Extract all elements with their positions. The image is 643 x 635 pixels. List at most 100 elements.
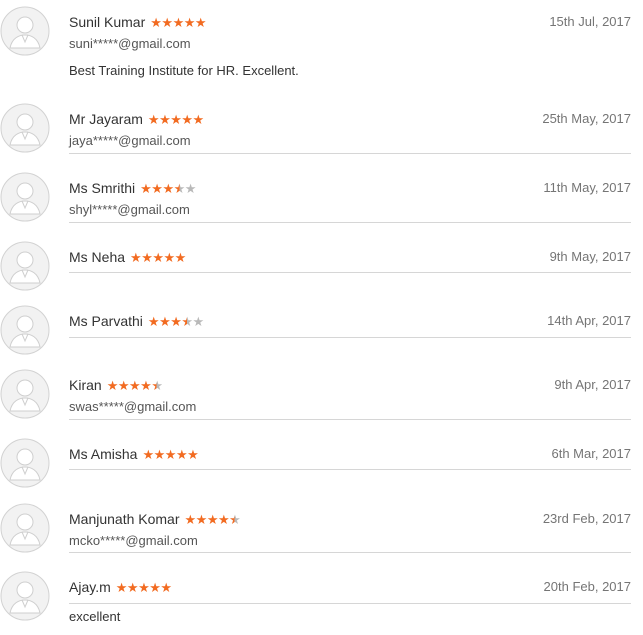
star-icon: ★ <box>161 14 173 30</box>
reviewer-name: Ms Neha <box>69 249 126 265</box>
review-item: Ms Parvathi ★★★★★ 14th Apr, 2017 <box>0 305 643 355</box>
user-avatar-icon <box>0 305 50 355</box>
divider <box>69 337 631 338</box>
divider <box>69 222 631 223</box>
user-avatar-icon <box>0 571 50 621</box>
star-icon: ★ <box>187 446 199 462</box>
review-date: 23rd Feb, 2017 <box>542 511 631 526</box>
review-date: 20th Feb, 2017 <box>543 579 631 594</box>
star-icon: ★ <box>174 249 187 265</box>
star-icon: ★ <box>150 14 162 30</box>
star-icon: ★ <box>159 313 171 329</box>
star-icon: ★ <box>229 511 241 527</box>
star-rating: ★★★★★ <box>148 315 204 328</box>
review-item: Ajay.m ★★★★★ 20th Feb, 2017 excellent <box>0 571 643 631</box>
star-icon: ★ <box>152 249 164 265</box>
review-date: 9th Apr, 2017 <box>554 377 631 392</box>
star-icon: ★ <box>217 511 230 527</box>
star-icon: ★ <box>175 446 188 462</box>
star-icon: ★ <box>170 111 182 127</box>
reviewer-name: Mr Jayaram <box>69 111 143 127</box>
star-icon: ★ <box>170 313 182 329</box>
review-item: Mr Jayaram ★★★★★ 25th May, 2017 jaya****… <box>0 103 643 158</box>
star-rating: ★★★★★ <box>107 379 163 392</box>
star-icon: ★ <box>153 446 166 462</box>
reviewer-name: Manjunath Komar <box>69 511 180 527</box>
reviewer-name: Ms Smrithi <box>69 180 136 196</box>
reviewer-name: Ms Parvathi <box>69 313 143 329</box>
star-icon: ★ <box>184 511 197 527</box>
user-avatar-icon <box>0 241 50 291</box>
star-icon: ★ <box>164 446 177 462</box>
star-rating: ★★★★★ <box>150 16 206 29</box>
star-icon: ★ <box>129 377 141 393</box>
review-date: 25th May, 2017 <box>542 111 631 126</box>
review-comment: excellent <box>69 609 121 624</box>
star-icon: ★ <box>142 446 154 462</box>
star-icon: ★ <box>172 14 185 30</box>
star-icon: ★ <box>117 377 130 393</box>
star-rating: ★★★★★ <box>142 448 198 461</box>
reviewer-name: Ajay.m <box>69 579 111 595</box>
review-date: 14th Apr, 2017 <box>547 313 631 328</box>
star-icon: ★ <box>140 180 152 196</box>
reviewer-email: suni*****@gmail.com <box>69 36 191 51</box>
review-date: 11th May, 2017 <box>543 180 631 195</box>
divider <box>69 469 631 470</box>
reviewer-name: Ms Amisha <box>69 446 138 462</box>
star-icon: ★ <box>126 579 139 595</box>
divider <box>69 603 631 604</box>
star-icon: ★ <box>173 180 186 196</box>
user-avatar-icon <box>0 172 50 222</box>
star-icon: ★ <box>206 511 219 527</box>
star-rating: ★★★★★ <box>148 113 204 126</box>
star-icon: ★ <box>147 313 160 329</box>
star-icon: ★ <box>149 579 161 595</box>
review-item: Ms Neha ★★★★★ 9th May, 2017 <box>0 241 643 291</box>
star-icon: ★ <box>151 180 163 196</box>
star-icon: ★ <box>147 111 160 127</box>
star-rating: ★★★★★ <box>130 251 186 264</box>
user-avatar-icon <box>0 369 50 419</box>
reviewer-email: mcko*****@gmail.com <box>69 533 198 548</box>
user-avatar-icon <box>0 6 50 56</box>
star-icon: ★ <box>192 111 205 127</box>
reviews-list: Sunil Kumar ★★★★★ 15th Jul, 2017 suni***… <box>0 0 643 635</box>
star-icon: ★ <box>106 377 119 393</box>
star-icon: ★ <box>159 111 171 127</box>
star-icon: ★ <box>151 377 163 393</box>
star-icon: ★ <box>181 313 193 329</box>
star-icon: ★ <box>163 249 176 265</box>
star-icon: ★ <box>141 249 153 265</box>
review-date: 15th Jul, 2017 <box>549 14 631 29</box>
star-icon: ★ <box>184 180 197 196</box>
star-icon: ★ <box>183 14 196 30</box>
star-icon: ★ <box>160 579 172 595</box>
star-icon: ★ <box>115 579 128 595</box>
reviewer-email: swas*****@gmail.com <box>69 399 197 414</box>
star-icon: ★ <box>138 579 150 595</box>
user-avatar-icon <box>0 503 50 553</box>
divider <box>69 552 631 553</box>
review-item: Manjunath Komar ★★★★★ 23rd Feb, 2017 mck… <box>0 503 643 558</box>
user-avatar-icon <box>0 103 50 153</box>
review-item: Ms Smrithi ★★★★★ 11th May, 2017 shyl****… <box>0 172 643 227</box>
review-item: Kiran ★★★★★ 9th Apr, 2017 swas*****@gmai… <box>0 369 643 424</box>
reviewer-name: Kiran <box>69 377 102 393</box>
divider <box>69 153 631 154</box>
star-rating: ★★★★★ <box>116 581 172 594</box>
star-rating: ★★★★★ <box>140 182 196 195</box>
star-icon: ★ <box>140 377 152 393</box>
review-comment: Best Training Institute for HR. Excellen… <box>69 63 299 78</box>
reviewer-email: shyl*****@gmail.com <box>69 202 190 217</box>
review-item: Sunil Kumar ★★★★★ 15th Jul, 2017 suni***… <box>0 6 643 96</box>
star-rating: ★★★★★ <box>185 513 241 526</box>
divider <box>69 419 631 420</box>
reviewer-name: Sunil Kumar <box>69 14 146 30</box>
reviewer-email: jaya*****@gmail.com <box>69 133 191 148</box>
star-icon: ★ <box>194 14 207 30</box>
review-date: 6th Mar, 2017 <box>551 446 632 461</box>
star-icon: ★ <box>130 249 142 265</box>
divider <box>69 272 631 273</box>
star-icon: ★ <box>181 111 193 127</box>
